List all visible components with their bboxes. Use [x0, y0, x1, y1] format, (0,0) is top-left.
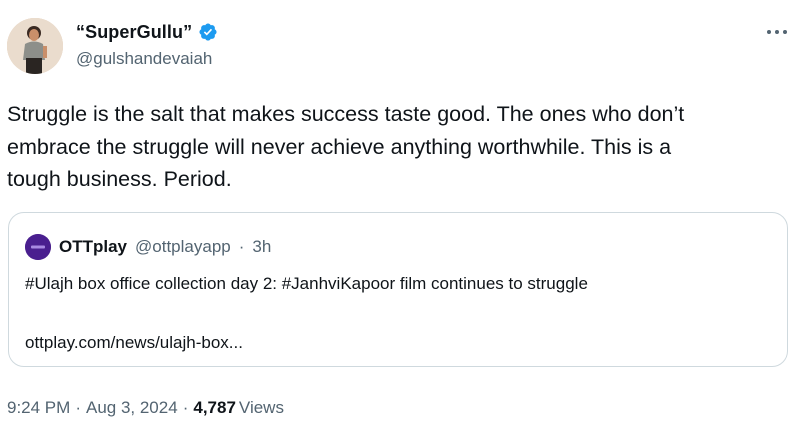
- quoted-author-avatar: [25, 234, 51, 260]
- tweet-date[interactable]: Aug 3, 2024: [86, 398, 178, 418]
- profile-photo-icon: [7, 18, 63, 74]
- author-display-name[interactable]: “SuperGullu”: [76, 22, 192, 43]
- tweet-text-line: embrace the struggle will never achieve …: [7, 134, 672, 159]
- quoted-separator: ·: [238, 237, 245, 256]
- tweet-meta: 9:24 PM · Aug 3, 2024 · 4,787 Views: [7, 398, 284, 418]
- more-horizontal-icon: [767, 30, 787, 34]
- views-count: 4,787: [193, 398, 236, 417]
- tweet-text: Struggle is the salt that makes success …: [7, 98, 797, 196]
- author-handle[interactable]: @gulshandevaiah: [76, 49, 212, 69]
- tweet: “SuperGullu” @gulshandevaiah Struggle is…: [0, 0, 807, 435]
- tweet-text-line: tough business. Period.: [7, 167, 232, 191]
- author-avatar[interactable]: [7, 18, 63, 74]
- quoted-tweet-header: OTTplay @ottplayapp · 3h: [25, 234, 272, 260]
- quoted-tweet-link[interactable]: ottplay.com/news/ulajh-box...: [25, 333, 243, 353]
- views-label: Views: [238, 398, 284, 417]
- author-name-row: “SuperGullu”: [76, 20, 218, 44]
- meta-separator: ·: [75, 398, 81, 417]
- quoted-timestamp: 3h: [252, 237, 272, 256]
- more-options-button[interactable]: [762, 23, 792, 41]
- ottplay-logo-icon: [25, 234, 51, 260]
- meta-separator: ·: [182, 398, 189, 417]
- quoted-author-handle: @ottplayapp: [135, 237, 231, 256]
- verified-badge-icon: [199, 23, 217, 41]
- quoted-tweet-text: #Ulajh box office collection day 2: #Jan…: [25, 274, 588, 293]
- quoted-author-name: OTTplay: [59, 237, 128, 256]
- tweet-time[interactable]: 9:24 PM: [7, 398, 70, 418]
- tweet-text-line: Struggle is the salt that makes success …: [7, 102, 685, 126]
- quoted-tweet[interactable]: OTTplay @ottplayapp · 3h #Ulajh box offi…: [8, 212, 788, 367]
